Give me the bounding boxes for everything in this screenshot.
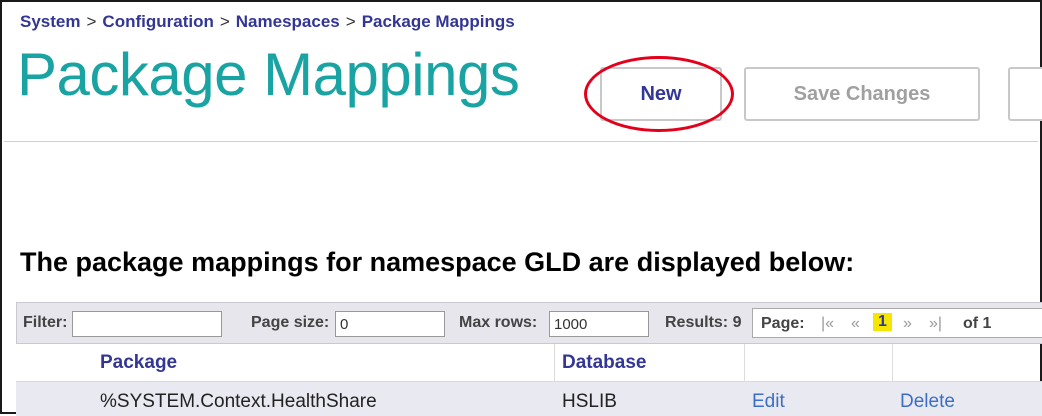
page-total: of 1 xyxy=(963,315,992,332)
filter-label: Filter: xyxy=(23,314,68,331)
column-divider xyxy=(554,344,555,382)
column-header-database[interactable]: Database xyxy=(562,352,647,374)
breadcrumb-separator: > xyxy=(219,12,230,31)
next-page-icon[interactable]: » xyxy=(903,315,912,333)
package-cell: %SYSTEM.Context.HealthShare xyxy=(100,391,377,412)
save-changes-button[interactable]: Save Changes xyxy=(744,67,980,121)
table-header: Package Database xyxy=(16,344,1042,382)
page-title: Package Mappings xyxy=(17,41,520,108)
table-row: %SYSTEM.Context.HealthShare HSLIB Edit D… xyxy=(16,382,1042,416)
breadcrumb-separator: > xyxy=(86,12,97,31)
page-size-input[interactable] xyxy=(335,311,445,337)
column-divider xyxy=(892,344,893,382)
breadcrumb-package-mappings[interactable]: Package Mappings xyxy=(362,12,515,31)
toolbar-button-partial[interactable] xyxy=(1008,67,1042,121)
previous-page-icon[interactable]: « xyxy=(851,315,860,333)
column-divider xyxy=(744,344,745,382)
delete-link[interactable]: Delete xyxy=(900,391,955,413)
current-page[interactable]: 1 xyxy=(873,313,892,331)
pager: Page: |« « 1 » »| of 1 xyxy=(752,308,1042,338)
max-rows-label: Max rows: xyxy=(459,314,538,331)
breadcrumb-configuration[interactable]: Configuration xyxy=(102,12,213,31)
filter-input[interactable] xyxy=(72,311,222,337)
breadcrumb-separator: > xyxy=(345,12,356,31)
max-rows-input[interactable] xyxy=(549,311,649,337)
column-header-package[interactable]: Package xyxy=(100,352,177,374)
breadcrumb-system[interactable]: System xyxy=(20,12,80,31)
database-cell: HSLIB xyxy=(562,391,617,412)
table-filter-bar: Filter: Page size: Max rows: Results: 9 … xyxy=(16,302,1042,344)
namespace-description: The package mappings for namespace GLD a… xyxy=(20,247,855,277)
first-page-icon[interactable]: |« xyxy=(821,315,834,333)
results-count: Results: 9 xyxy=(665,314,742,331)
header-divider xyxy=(4,141,1038,142)
new-button[interactable]: New xyxy=(600,67,722,121)
breadcrumb: System > Configuration > Namespaces > Package … xyxy=(20,12,515,32)
edit-link[interactable]: Edit xyxy=(752,391,785,413)
last-page-icon[interactable]: »| xyxy=(929,315,942,333)
page-size-label: Page size: xyxy=(251,314,330,331)
page-label: Page: xyxy=(761,315,805,332)
breadcrumb-namespaces[interactable]: Namespaces xyxy=(236,12,340,31)
